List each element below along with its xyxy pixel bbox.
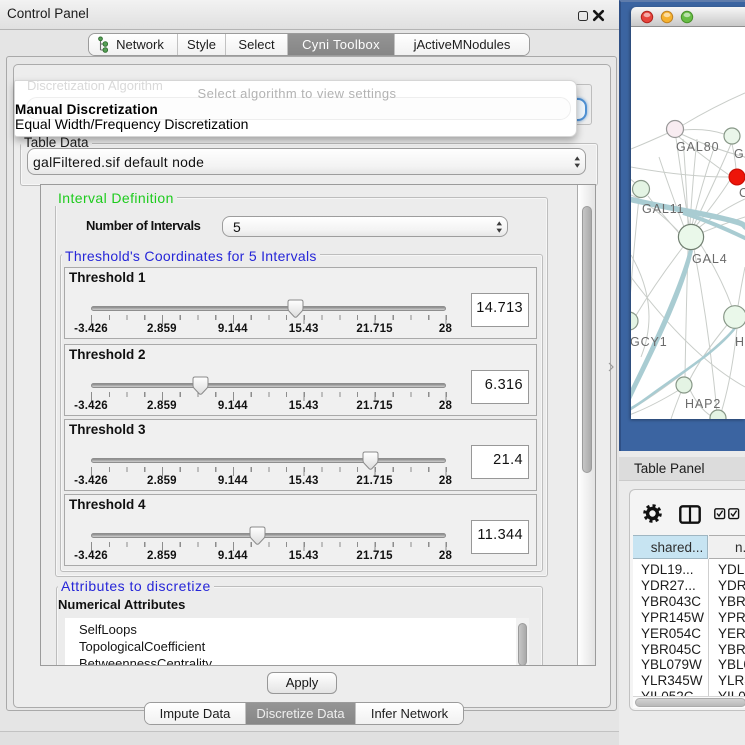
svg-text:HIS: HIS (735, 335, 745, 349)
svg-text:GAL80: GAL80 (676, 140, 719, 154)
svg-text:GAL3: GAL3 (734, 147, 745, 161)
svg-text:GAL11: GAL11 (642, 202, 685, 216)
svg-text:GAL4: GAL4 (692, 252, 728, 266)
svg-text:CYC: CYC (739, 186, 745, 200)
svg-text:HAP2: HAP2 (685, 397, 721, 411)
svg-text:GCY1: GCY1 (631, 335, 668, 349)
